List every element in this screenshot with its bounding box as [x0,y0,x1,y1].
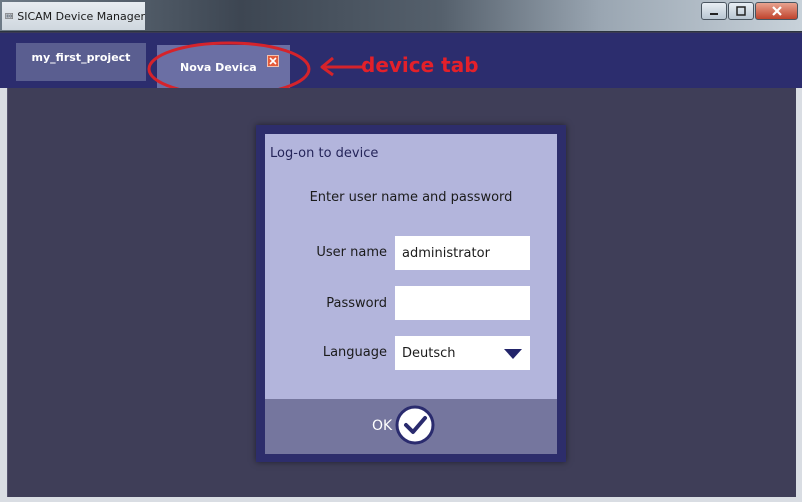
window-controls [701,2,798,20]
annotation-arrow [320,56,362,77]
window-border-bottom [0,497,802,502]
close-icon [771,6,782,16]
window-title: SICAM Device Manager [17,9,145,23]
window-title-area: SICAM Device Manager [2,2,145,30]
logon-dialog: Log-on to device Enter user name and pas… [256,125,566,462]
maximize-button[interactable] [728,2,754,20]
annotation-label: device tab [361,53,479,77]
minimize-button[interactable] [701,2,727,20]
minimize-icon [710,13,718,15]
window-titlebar[interactable]: SICAM Device Manager [0,0,802,32]
password-label: Password [326,296,387,311]
language-select[interactable]: Deutsch [395,336,530,370]
logon-dialog-body: Log-on to device Enter user name and pas… [265,134,557,399]
dialog-footer: OK [265,399,557,454]
password-field[interactable] [395,286,530,320]
dialog-subtitle: Enter user name and password [309,190,513,205]
maximize-icon [736,6,746,16]
dialog-title: Log-on to device [270,146,379,161]
ok-button[interactable] [395,405,435,445]
username-label: User name [316,245,387,260]
close-window-button[interactable] [755,2,798,20]
language-value: Deutsch [402,345,456,361]
language-label: Language [322,345,387,360]
tab-label: my_first_project [31,51,131,64]
window-border-right [796,88,802,502]
ok-label: OK [372,418,393,434]
username-field[interactable]: administrator [395,236,530,270]
sicam-app-icon [5,13,13,19]
window-border-left [0,88,7,502]
chevron-down-icon [504,349,522,359]
username-value: administrator [402,245,490,261]
tab-my-first-project[interactable]: my_first_project [16,43,146,81]
